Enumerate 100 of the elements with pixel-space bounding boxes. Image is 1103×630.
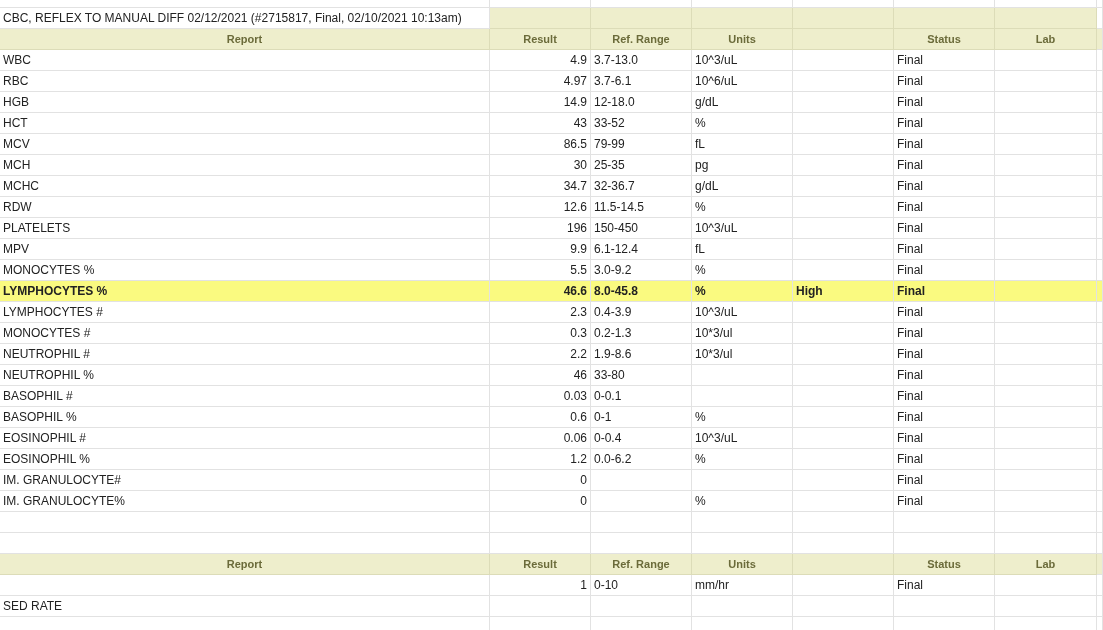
column-header: Units <box>728 33 756 45</box>
column-header: Ref. Range <box>612 558 670 570</box>
table-cell: 0-10 <box>594 578 619 592</box>
table-cell: 46.6 <box>563 284 587 298</box>
table-cell: SED RATE <box>3 599 63 613</box>
table-cell: % <box>695 284 706 298</box>
table-cell: Final <box>897 221 923 235</box>
table-cell: Final <box>897 74 923 88</box>
table-cell: 2.3 <box>570 305 587 319</box>
table-cell: 46 <box>573 368 587 382</box>
column-header: Units <box>728 558 756 570</box>
table-cell: 33-52 <box>594 116 625 130</box>
table-cell: 43 <box>573 116 587 130</box>
table-cell: % <box>695 452 706 466</box>
table-cell: RBC <box>3 74 29 88</box>
table-cell: MPV <box>3 242 29 256</box>
table-cell: BASOPHIL # <box>3 389 73 403</box>
table-cell: 8.0-45.8 <box>594 284 639 298</box>
column-header: Report <box>226 558 263 570</box>
table-cell: 11.5-14.5 <box>594 200 644 214</box>
table-cell: Final <box>897 305 923 319</box>
table-cell: fL <box>695 242 705 256</box>
table-cell: 1 <box>580 578 587 592</box>
table-cell: pg <box>695 158 709 172</box>
table-cell: 0-0.1 <box>594 389 622 403</box>
table-cell: 79-99 <box>594 137 625 151</box>
column-header: Result <box>523 558 557 570</box>
table-cell: High <box>796 284 823 298</box>
table-cell: 196 <box>566 221 587 235</box>
table-cell: MONOCYTES # <box>3 326 91 340</box>
table-cell: BASOPHIL % <box>3 410 77 424</box>
table-cell: 0.6 <box>570 410 587 424</box>
table-cell: NEUTROPHIL # <box>3 347 90 361</box>
table-cell: Final <box>897 242 923 256</box>
table-cell: Final <box>897 158 923 172</box>
table-cell: 25-35 <box>594 158 625 172</box>
table-cell: 30 <box>573 158 587 172</box>
table-cell: 10^3/uL <box>695 305 738 319</box>
table-cell: MONOCYTES % <box>3 263 95 277</box>
table-cell: Final <box>897 347 923 361</box>
table-cell: Final <box>897 263 923 277</box>
table-cell: 10*3/ul <box>695 347 733 361</box>
table-cell: % <box>695 116 706 130</box>
table-cell: Final <box>897 53 923 67</box>
table-cell: HGB <box>3 95 29 109</box>
table-cell: Final <box>897 179 923 193</box>
table-cell: 9.9 <box>570 242 587 256</box>
table-cell: 4.9 <box>570 53 587 67</box>
table-cell: Final <box>897 578 923 592</box>
table-cell: 33-80 <box>594 368 625 382</box>
table-cell: MCHC <box>3 179 39 193</box>
table-cell: EOSINOPHIL % <box>3 452 90 466</box>
table-cell: Final <box>897 368 923 382</box>
table-cell: 10^3/uL <box>695 53 738 67</box>
table-cell: MCV <box>3 137 30 151</box>
table-cell: 1.9-8.6 <box>594 347 632 361</box>
table-cell: 0 <box>580 473 587 487</box>
table-cell: 0.3 <box>570 326 587 340</box>
table-cell: 0.4-3.9 <box>594 305 632 319</box>
table-cell: Final <box>897 284 925 298</box>
table-cell: 3.0-9.2 <box>594 263 632 277</box>
table-cell: HCT <box>3 116 28 130</box>
table-cell: 5.5 <box>570 263 587 277</box>
table-cell: % <box>695 263 706 277</box>
table-cell: 12.6 <box>563 200 587 214</box>
table-cell: 10^3/uL <box>695 431 738 445</box>
table-cell: WBC <box>3 53 31 67</box>
table-cell: MCH <box>3 158 31 172</box>
table-cell: 0.2-1.3 <box>594 326 632 340</box>
table-cell: LYMPHOCYTES % <box>3 284 108 298</box>
table-cell: Final <box>897 452 923 466</box>
table-cell: 10*3/ul <box>695 326 733 340</box>
table-cell: NEUTROPHIL % <box>3 368 94 382</box>
column-header: Report <box>226 33 263 45</box>
table-cell: 12-18.0 <box>594 95 635 109</box>
table-cell: 150-450 <box>594 221 639 235</box>
table-cell: 32-36.7 <box>594 179 635 193</box>
table-cell: Final <box>897 410 923 424</box>
table-cell: g/dL <box>695 179 719 193</box>
table-cell: 0-0.4 <box>594 431 622 445</box>
table-cell: 0 <box>580 494 587 508</box>
table-cell: 10^3/uL <box>695 221 738 235</box>
table-cell: Final <box>897 116 923 130</box>
table-cell: Final <box>897 137 923 151</box>
column-header: Result <box>523 33 557 45</box>
table-cell: LYMPHOCYTES # <box>3 305 103 319</box>
table-cell: fL <box>695 137 705 151</box>
table-cell: Final <box>897 494 923 508</box>
table-cell: % <box>695 410 706 424</box>
table-cell: 0.06 <box>563 431 587 445</box>
table-cell: Final <box>897 200 923 214</box>
column-header: Lab <box>1035 33 1056 45</box>
column-header: Status <box>927 33 961 45</box>
table-cell: Final <box>897 473 923 487</box>
table-cell: IM. GRANULOCYTE# <box>3 473 122 487</box>
table-cell: RDW <box>3 200 32 214</box>
table-cell: Final <box>897 95 923 109</box>
table-cell: IM. GRANULOCYTE% <box>3 494 125 508</box>
table-cell: 0-1 <box>594 410 612 424</box>
table-cell: Final <box>897 326 923 340</box>
